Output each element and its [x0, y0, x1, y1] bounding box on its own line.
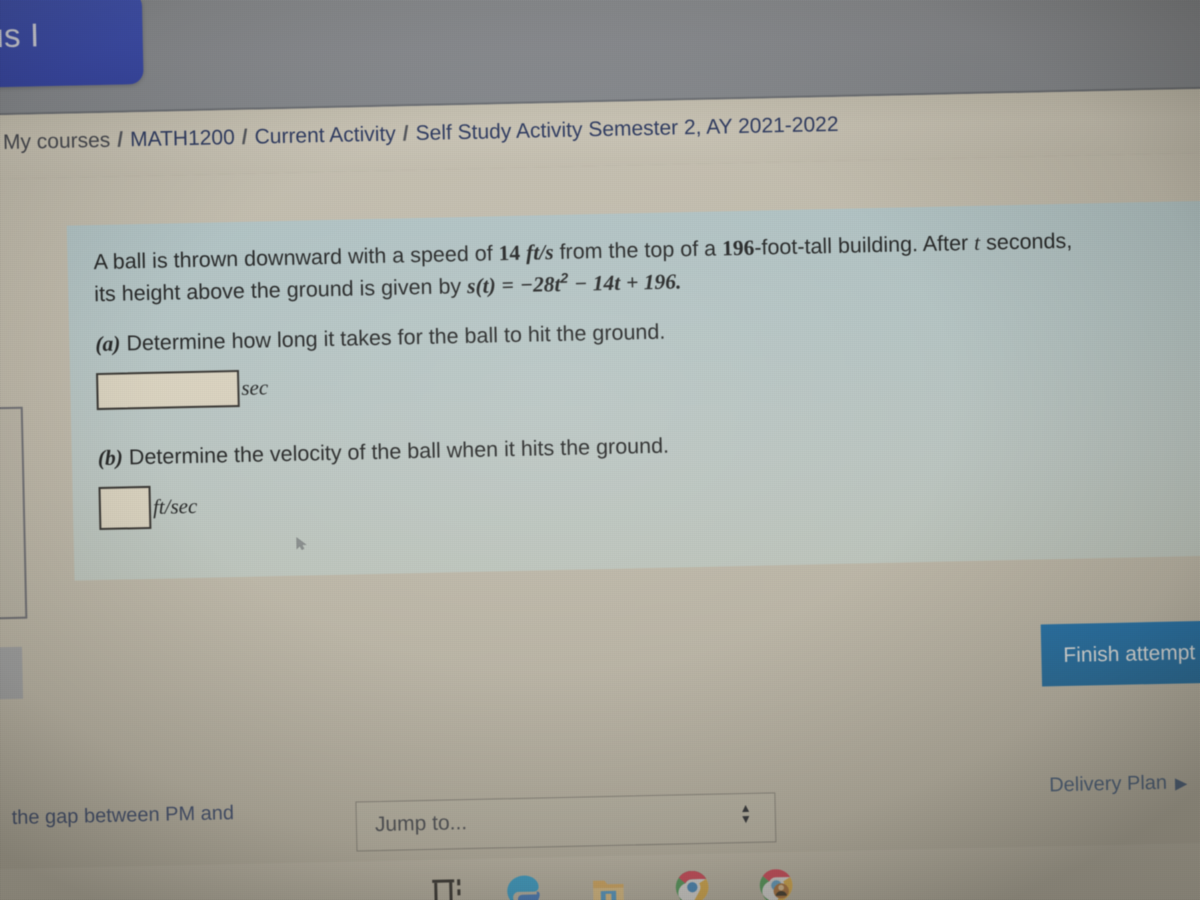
- mouse-cursor-icon: [296, 537, 307, 551]
- breadcrumb-separator: /: [117, 128, 124, 152]
- formula-term-constant: + 196.: [625, 269, 682, 295]
- pm-note-text: the gap between PM and: [11, 802, 235, 830]
- browser-tab-calculus[interactable]: culus I: [0, 0, 144, 89]
- spinner-icon[interactable]: ▲ ▼: [739, 801, 754, 831]
- windows-taskbar: ere to search: [0, 842, 1200, 900]
- jump-to-label: Jump to...: [374, 811, 468, 837]
- breadcrumb-separator: /: [402, 122, 409, 146]
- screen-content: culus I My courses / MATH1200/Current Acti…: [0, 0, 1200, 900]
- formula-term-quadratic: −28t: [519, 272, 561, 297]
- answer-row-b: ft/sec: [98, 485, 198, 531]
- statement-text-post: -foot-tall building. After: [754, 230, 975, 260]
- answer-b-unit: ft/sec: [152, 493, 198, 519]
- delivery-plan-label: Delivery Plan: [1048, 771, 1168, 797]
- part-a-label: (a): [95, 331, 121, 357]
- page-body: n ge A ball is thrown downward with a sp…: [0, 152, 1200, 900]
- clipped-left-button[interactable]: ge: [0, 646, 24, 701]
- breadcrumb-item-self-study-activity[interactable]: Self Study Activity Semester 2, AY 2021-…: [415, 113, 838, 145]
- google-chrome-icon[interactable]: [673, 868, 712, 900]
- answer-input-a[interactable]: [96, 369, 240, 411]
- screen-photo: culus I My courses / MATH1200/Current Acti…: [0, 0, 1200, 900]
- breadcrumb-item-my-courses[interactable]: My courses: [3, 129, 111, 154]
- formula-equals: =: [501, 273, 515, 298]
- statement-speed-value: 14: [498, 240, 521, 266]
- question-part-a: (a) Determine how long it takes for the …: [95, 317, 666, 360]
- delivery-plan-arrow-icon: ▶: [1174, 775, 1188, 793]
- formula-lhs: s(t): [466, 273, 497, 299]
- answer-row-a: sec: [96, 369, 269, 411]
- finish-attempt-button[interactable]: Finish attempt: [1040, 619, 1200, 687]
- formula-term-linear: − 14t: [574, 270, 621, 296]
- part-b-label: (b): [97, 445, 124, 471]
- statement-text-pre: A ball is thrown downward with a speed o…: [93, 241, 499, 275]
- google-chrome-profile-icon[interactable]: [757, 866, 796, 900]
- statement2-text-pre: its height above the ground is given by: [94, 274, 468, 307]
- browser-tab-title: culus I: [0, 16, 40, 56]
- answer-a-unit: sec: [241, 375, 269, 400]
- statement-text-mid: from the top of a: [553, 236, 723, 265]
- statement-speed-unit: ft/s: [525, 240, 554, 265]
- part-b-text: Determine the velocity of the ball when …: [122, 433, 670, 470]
- file-explorer-icon[interactable]: [589, 870, 628, 900]
- jump-to-select[interactable]: Jump to... ▲ ▼: [355, 792, 777, 852]
- statement-height-value: 196: [721, 235, 755, 261]
- breadcrumb-item-math1200[interactable]: MATH1200: [130, 126, 235, 151]
- breadcrumb: My courses / MATH1200/Current Activity / Sel…: [3, 113, 839, 155]
- microsoft-edge-icon[interactable]: [505, 871, 544, 900]
- question-panel: A ball is thrown downward with a speed o…: [66, 199, 1200, 581]
- answer-input-b[interactable]: [98, 485, 152, 531]
- question-part-b: (b) Determine the velocity of the ball w…: [98, 431, 670, 474]
- task-view-icon[interactable]: [429, 875, 461, 900]
- delivery-plan-link[interactable]: Delivery Plan ▶: [1049, 771, 1188, 797]
- part-a-text: Determine how long it takes for the ball…: [120, 319, 666, 356]
- breadcrumb-separator: /: [241, 125, 248, 149]
- taskbar-icon-group: [429, 866, 796, 900]
- spinner-down-icon: ▼: [739, 811, 752, 827]
- clipped-left-box: n: [0, 406, 28, 621]
- breadcrumb-item-current-activity[interactable]: Current Activity: [254, 122, 396, 148]
- statement-text-end: seconds,: [979, 228, 1073, 255]
